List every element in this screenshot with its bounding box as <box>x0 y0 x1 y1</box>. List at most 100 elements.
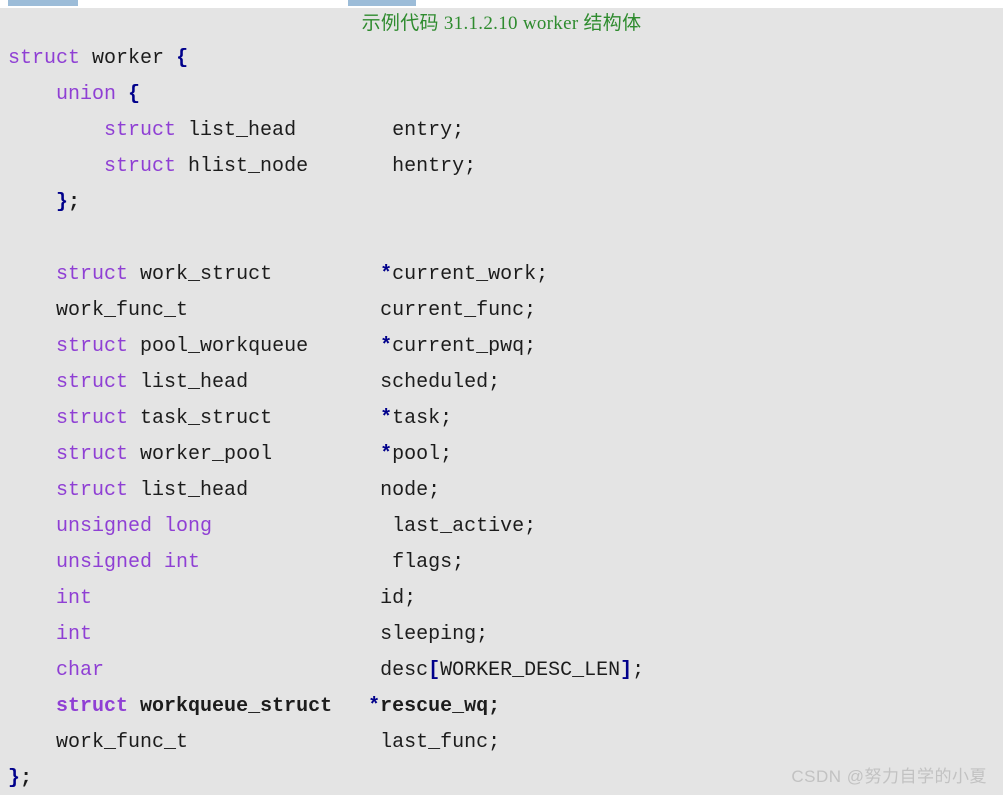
code-line: int sleeping; <box>0 617 1003 653</box>
code-token-semi: ; <box>536 263 549 286</box>
code-token-kw: struct <box>56 479 129 502</box>
code-token-kw: struct <box>56 443 129 466</box>
code-token-kw: struct <box>56 371 129 394</box>
code-token-id <box>212 515 392 538</box>
code-token-id <box>176 155 188 178</box>
code-line: union { <box>0 77 1003 113</box>
code-token-var: WORKER_DESC_LEN <box>440 659 621 682</box>
code-token-kw: char <box>56 659 105 682</box>
code-token-semi: ; <box>440 443 453 466</box>
code-token-kw: struct <box>56 335 129 358</box>
code-token-punct: { <box>176 47 189 70</box>
code-token-kw: int <box>164 551 201 574</box>
top-selection-bar-right[interactable] <box>348 0 416 6</box>
code-token-kw: unsigned <box>56 551 153 574</box>
code-token-kw: unsigned <box>56 515 153 538</box>
code-token-kw: struct <box>56 263 129 286</box>
code-token-id <box>128 335 140 358</box>
code-token-id: worker_pool <box>140 443 273 466</box>
code-line: work_func_t current_func; <box>0 293 1003 329</box>
code-line: struct task_struct *task; <box>0 401 1003 437</box>
code-token-semi: ; <box>476 623 489 646</box>
code-token-semi: ; <box>452 119 465 142</box>
code-token-var: last_func <box>380 731 489 754</box>
code-token-star: * <box>380 407 393 430</box>
code-token-var: flags <box>392 551 453 574</box>
code-token-id <box>272 263 380 286</box>
code-token-id <box>92 623 380 646</box>
code-snippet-panel: 示例代码 31.1.2.10 worker 结构体 struct worker … <box>0 8 1003 795</box>
code-token-kw: long <box>164 515 213 538</box>
code-token-id: list_head <box>188 119 297 142</box>
code-token-semi: ; <box>524 335 537 358</box>
code-token-var: last_active <box>392 515 525 538</box>
code-token-punct: } <box>56 191 69 214</box>
code-token-var: entry <box>392 119 453 142</box>
code-token-id <box>188 299 380 322</box>
code-token-id <box>188 731 380 754</box>
code-token-star: * <box>380 335 393 358</box>
code-token-id <box>308 335 380 358</box>
code-listing-body[interactable]: struct worker { union { struct list_head… <box>0 41 1003 795</box>
code-token-id <box>248 479 380 502</box>
code-line: unsigned long last_active; <box>0 509 1003 545</box>
code-token-semi: ; <box>68 191 81 214</box>
code-token-semi: ; <box>20 767 33 790</box>
code-token-kw: struct <box>104 155 177 178</box>
code-token-punct: { <box>128 83 141 106</box>
code-token-semi: ; <box>524 299 537 322</box>
code-token-semi: ; <box>404 587 417 610</box>
code-listing-title: 示例代码 31.1.2.10 worker 结构体 <box>361 13 642 34</box>
code-token-id <box>332 695 368 718</box>
code-token-id: worker <box>92 47 165 70</box>
code-token-semi: ; <box>632 659 645 682</box>
code-token-star: * <box>380 263 393 286</box>
top-selection-bar-left[interactable] <box>8 0 78 6</box>
code-token-star: * <box>368 695 381 718</box>
code-token-id <box>128 443 140 466</box>
code-line: struct list_head node; <box>0 473 1003 509</box>
code-token-punct: } <box>8 767 21 790</box>
code-token-var: current_work <box>392 263 537 286</box>
code-token-id <box>80 47 92 70</box>
code-token-id <box>128 407 140 430</box>
code-line: struct work_struct *current_work; <box>0 257 1003 293</box>
csdn-watermark: CSDN @努力自学的小夏 <box>791 767 987 786</box>
code-token-id: list_head <box>140 479 249 502</box>
code-token-var: task <box>392 407 441 430</box>
code-line: struct hlist_node hentry; <box>0 149 1003 185</box>
code-token-semi: ; <box>428 479 441 502</box>
code-token-id: hlist_node <box>188 155 309 178</box>
code-token-id <box>272 407 380 430</box>
code-token-semi: ; <box>464 155 477 178</box>
code-token-id <box>272 443 380 466</box>
code-line: struct worker_pool *pool; <box>0 437 1003 473</box>
code-token-var: rescue_wq <box>380 695 489 718</box>
code-line: struct list_head scheduled; <box>0 365 1003 401</box>
code-token-star: * <box>380 443 393 466</box>
code-token-id <box>248 371 380 394</box>
code-line: struct list_head entry; <box>0 113 1003 149</box>
code-token-kw: struct <box>56 695 129 718</box>
code-token-var: current_func <box>380 299 525 322</box>
code-token-id <box>164 47 176 70</box>
code-token-id: workqueue_struct <box>140 695 333 718</box>
code-token-id <box>152 515 164 538</box>
code-token-kw: union <box>56 83 117 106</box>
code-token-id <box>152 551 164 574</box>
code-token-var: pool <box>392 443 441 466</box>
code-line: int id; <box>0 581 1003 617</box>
